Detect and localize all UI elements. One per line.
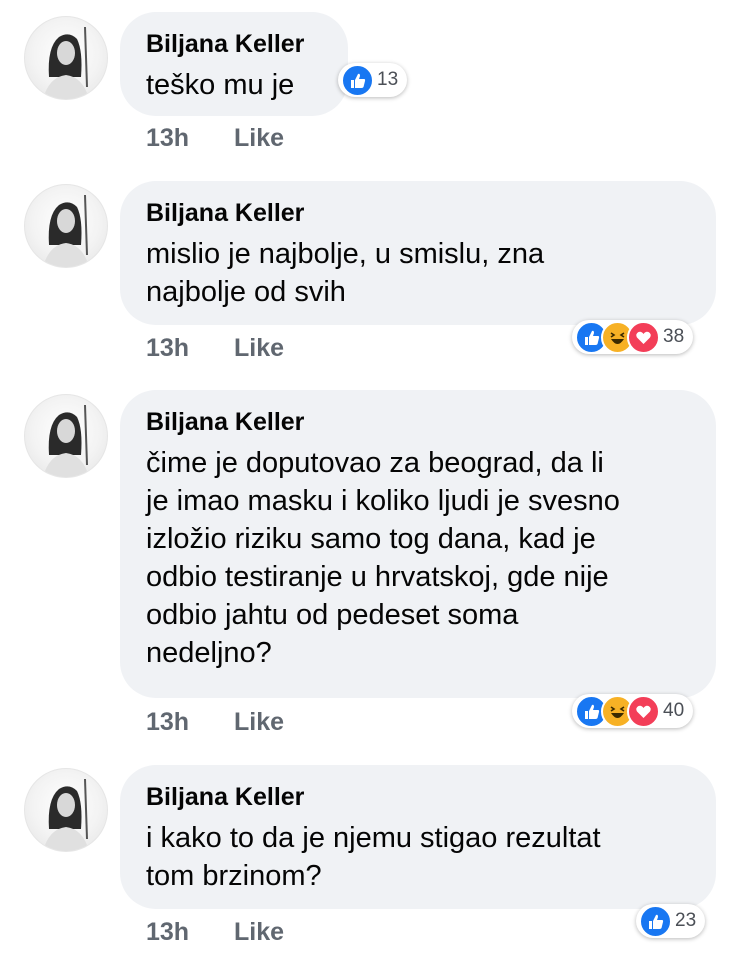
like-icon bbox=[341, 63, 374, 97]
like-button[interactable]: Like bbox=[234, 918, 284, 947]
reaction-count: 38 bbox=[663, 326, 685, 347]
comment-text-line: tom brzinom? bbox=[146, 860, 322, 892]
comment-text-line: teško mu je bbox=[146, 69, 295, 101]
profile-photo-icon bbox=[43, 194, 89, 267]
comment-bubble: Biljana Keller čime je doputovao za beog… bbox=[120, 390, 716, 698]
comment-timestamp[interactable]: 13h bbox=[146, 334, 189, 363]
profile-photo-icon bbox=[43, 778, 89, 851]
comment-bubble: Biljana Keller i kako to da je njemu sti… bbox=[120, 765, 716, 909]
comment-text-line: odbio jahtu od pedeset soma bbox=[146, 599, 519, 631]
reaction-count: 13 bbox=[377, 69, 399, 90]
comment-timestamp[interactable]: 13h bbox=[146, 124, 189, 153]
comment-timestamp[interactable]: 13h bbox=[146, 918, 189, 947]
comment-text-line: je imao masku i koliko ljudi je svesno bbox=[146, 485, 620, 517]
profile-photo-icon bbox=[43, 404, 89, 477]
avatar[interactable] bbox=[24, 184, 108, 268]
like-button[interactable]: Like bbox=[234, 334, 284, 363]
comment-text-line: najbolje od svih bbox=[146, 276, 346, 308]
reaction-summary[interactable]: 23 bbox=[636, 904, 706, 938]
reaction-count: 40 bbox=[663, 700, 685, 721]
comment-text-line: čime je doputovao za beograd, da li bbox=[146, 447, 604, 479]
comment-author[interactable]: Biljana Keller bbox=[146, 783, 304, 812]
profile-photo-icon bbox=[43, 26, 89, 99]
comment-text: mislio je najbolje, u smislu, zna najbol… bbox=[146, 235, 544, 311]
reaction-count: 23 bbox=[675, 910, 697, 931]
comment-text-line: izložio riziku samo tog dana, kad je bbox=[146, 523, 596, 555]
reaction-summary[interactable]: 13 bbox=[338, 63, 408, 97]
avatar[interactable] bbox=[24, 768, 108, 852]
comment-text-line: i kako to da je njemu stigao rezultat bbox=[146, 822, 601, 854]
like-icon bbox=[639, 904, 672, 938]
avatar[interactable] bbox=[24, 16, 108, 100]
comment-text: čime je doputovao za beograd, da li je i… bbox=[146, 444, 620, 672]
comment-bubble: Biljana Keller teško mu je bbox=[120, 12, 348, 116]
comment-author[interactable]: Biljana Keller bbox=[146, 30, 304, 59]
love-icon bbox=[627, 320, 660, 354]
love-icon bbox=[627, 694, 660, 728]
avatar[interactable] bbox=[24, 394, 108, 478]
comment-timestamp[interactable]: 13h bbox=[146, 708, 189, 737]
comment-text-line: odbio testiranje u hrvatskoj, gde nije bbox=[146, 561, 609, 593]
reaction-summary[interactable]: 38 bbox=[572, 320, 694, 354]
like-button[interactable]: Like bbox=[234, 124, 284, 153]
comment-text: teško mu je bbox=[146, 66, 294, 104]
reaction-summary[interactable]: 40 bbox=[572, 694, 694, 728]
comment-text-line: mislio je najbolje, u smislu, zna bbox=[146, 238, 545, 270]
comment-author[interactable]: Biljana Keller bbox=[146, 408, 304, 437]
like-button[interactable]: Like bbox=[234, 708, 284, 737]
comment-text: i kako to da je njemu stigao rezultat to… bbox=[146, 819, 601, 895]
comment-bubble: Biljana Keller mislio je najbolje, u smi… bbox=[120, 181, 716, 325]
comment-text-line: nedeljno? bbox=[146, 637, 272, 669]
comment-author[interactable]: Biljana Keller bbox=[146, 199, 304, 228]
